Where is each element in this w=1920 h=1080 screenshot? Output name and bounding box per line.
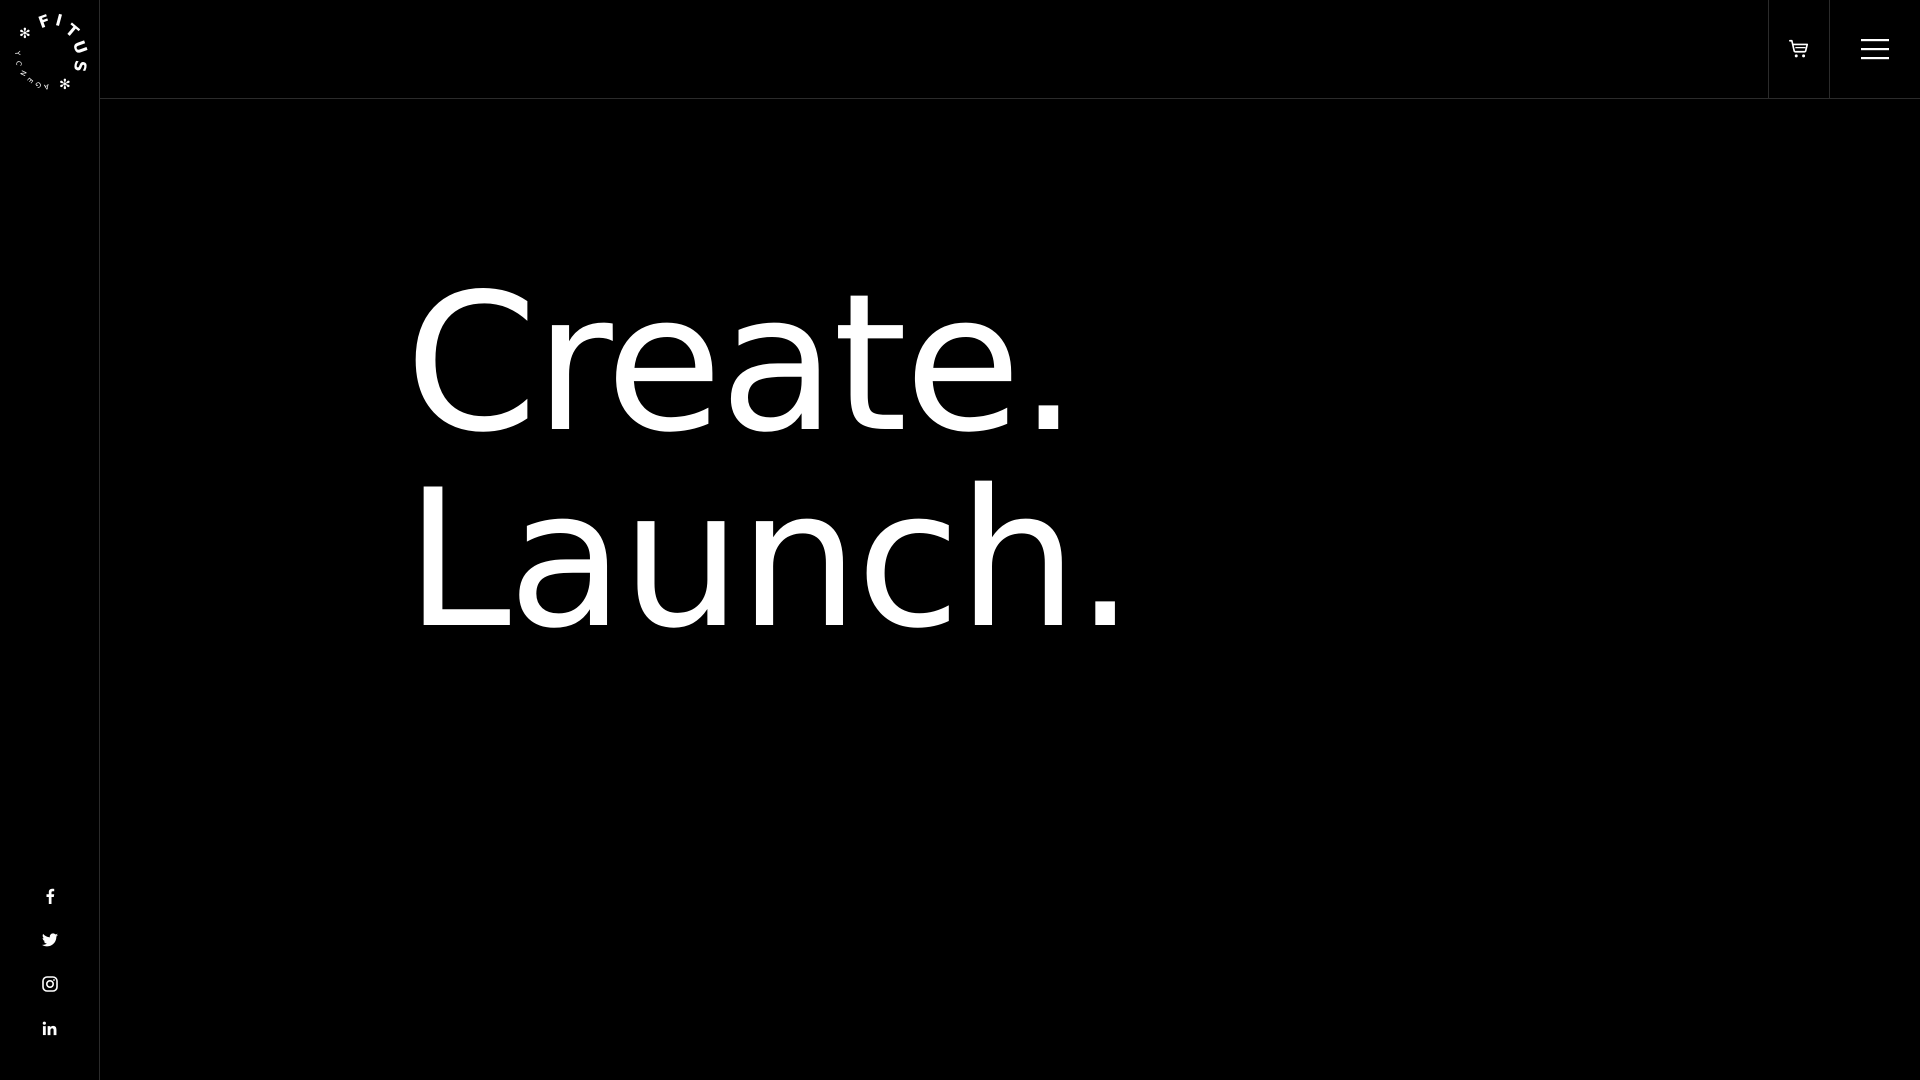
hero-line-create: Create. (405, 253, 1079, 474)
logo-letter-u: U (69, 38, 91, 57)
cart-icon (1789, 39, 1809, 58)
instagram-icon (41, 976, 58, 992)
logo-letter-n: N (18, 69, 27, 77)
left-sidebar: F I T U S ✻ ✻ A G E N C Y (0, 0, 100, 1080)
logo-letter-i: I (54, 10, 65, 30)
hero-line-launch: Launch. (405, 449, 1135, 670)
twitter-icon (41, 933, 58, 947)
page: F I T U S ✻ ✻ A G E N C Y Create. Launch… (0, 0, 1920, 1080)
cart-button[interactable] (1768, 0, 1830, 98)
linkedin-link[interactable] (30, 1008, 70, 1048)
logo-letter-s: S (70, 59, 91, 74)
top-bar (99, 0, 1920, 99)
logo-letter-e: E (25, 76, 34, 85)
twitter-link[interactable] (30, 920, 70, 960)
logo-letter-y: Y (13, 50, 21, 57)
logo-letter-f: F (36, 11, 53, 33)
instagram-link[interactable] (30, 964, 70, 1004)
menu-button[interactable] (1829, 0, 1920, 98)
logo-letter-t: T (62, 20, 83, 42)
brand-logo[interactable]: F I T U S ✻ ✻ A G E N C Y (4, 4, 96, 96)
hero-headline: Create. Launch. (405, 253, 1135, 670)
hamburger-menu-icon (1860, 39, 1889, 60)
logo-letter-c: C (14, 60, 23, 66)
linkedin-icon (42, 1021, 57, 1035)
logo-badge: F I T U S ✻ ✻ A G E N C Y (13, 10, 91, 93)
social-links (0, 876, 99, 1052)
logo-star-bottom: ✻ (59, 77, 71, 93)
facebook-link[interactable] (30, 876, 70, 916)
logo-star-top: ✻ (19, 26, 31, 42)
logo-letter-a: A (43, 82, 49, 91)
facebook-icon (46, 888, 54, 904)
